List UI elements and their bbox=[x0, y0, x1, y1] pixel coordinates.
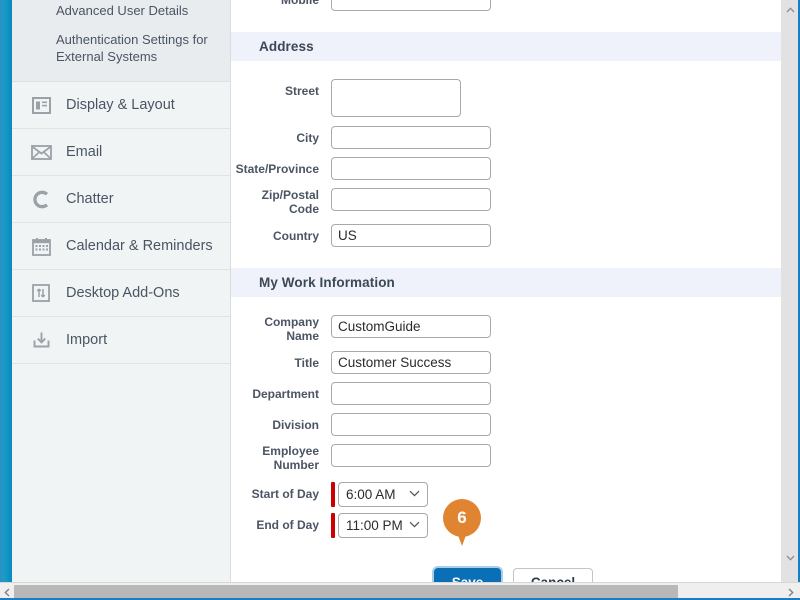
end-of-day-select[interactable]: 11:00 PM bbox=[338, 513, 428, 538]
form-row-city: City bbox=[231, 126, 782, 149]
form-row-company-name: Company Name bbox=[231, 315, 782, 343]
app-window: Advanced User Details Authentication Set… bbox=[0, 0, 800, 600]
required-indicator bbox=[331, 482, 335, 507]
calendar-icon bbox=[30, 235, 52, 257]
scroll-down-arrow-icon[interactable] bbox=[782, 550, 798, 566]
field-label: State/Province bbox=[235, 162, 319, 176]
section-title: Address bbox=[259, 39, 314, 54]
sidebar-item-email[interactable]: Email bbox=[12, 129, 230, 176]
end-of-day-value: 11:00 PM bbox=[346, 518, 403, 533]
street-input[interactable] bbox=[331, 79, 461, 117]
form-row-zip-postal-code: Zip/Postal Code bbox=[231, 188, 782, 216]
form-row-street: Street bbox=[231, 79, 782, 117]
envelope-icon bbox=[30, 141, 52, 163]
cancel-button[interactable]: Cancel bbox=[513, 568, 593, 582]
start-of-day-value: 6:00 AM bbox=[346, 487, 396, 502]
sidebar-item-desktop-add-ons[interactable]: Desktop Add-Ons bbox=[12, 270, 230, 317]
sidebar-item-calendar-reminders[interactable]: Calendar & Reminders bbox=[12, 223, 230, 270]
sidebar-item-authentication-settings[interactable]: Authentication Settings for External Sys… bbox=[12, 25, 230, 71]
field-label: Company Name bbox=[264, 315, 319, 343]
city-input[interactable] bbox=[331, 126, 491, 149]
state-province-input[interactable] bbox=[331, 157, 491, 180]
scroll-left-arrow-icon[interactable] bbox=[0, 585, 14, 599]
company-name-input[interactable] bbox=[331, 315, 491, 338]
country-input[interactable] bbox=[331, 224, 491, 247]
field-label: Department bbox=[252, 387, 319, 401]
sidebar-empty-area bbox=[12, 364, 230, 586]
form-row-employee-number: Employee Number bbox=[231, 444, 782, 472]
chatter-c-icon bbox=[30, 188, 52, 210]
sidebar-item-label: Chatter bbox=[66, 191, 114, 207]
form-actions: Save Cancel bbox=[231, 568, 782, 582]
field-label: Zip/Postal Code bbox=[261, 188, 319, 216]
field-label: Employee Number bbox=[262, 444, 319, 472]
submenu-label: Authentication Settings for External Sys… bbox=[56, 32, 208, 64]
vertical-scrollbar[interactable] bbox=[781, 0, 798, 582]
form-row-start-of-day: Start of Day 6:00 AM bbox=[231, 482, 782, 507]
sidebar-item-label: Email bbox=[66, 144, 103, 160]
field-label: End of Day bbox=[256, 518, 319, 532]
end-of-day-control: 11:00 PM bbox=[331, 513, 428, 538]
division-input[interactable] bbox=[331, 413, 491, 436]
field-label: Start of Day bbox=[251, 487, 319, 501]
field-label: City bbox=[296, 131, 319, 145]
add-ons-icon bbox=[30, 282, 52, 304]
start-of-day-select[interactable]: 6:00 AM bbox=[338, 482, 428, 507]
layout-panel-icon bbox=[30, 94, 52, 116]
field-label: Street bbox=[284, 84, 319, 98]
form-row-department: Department bbox=[231, 382, 782, 405]
field-label: Division bbox=[272, 418, 319, 432]
field-label: Title bbox=[294, 356, 319, 370]
section-header-address: Address bbox=[231, 32, 782, 61]
scroll-right-arrow-icon[interactable] bbox=[784, 585, 798, 599]
import-icon bbox=[30, 329, 52, 351]
sidebar-item-advanced-user-details[interactable]: Advanced User Details bbox=[12, 0, 230, 25]
sidebar-submenu: Advanced User Details Authentication Set… bbox=[12, 0, 230, 82]
section-title: My Work Information bbox=[259, 275, 395, 290]
department-input[interactable] bbox=[331, 382, 491, 405]
section-header-my-work-information: My Work Information bbox=[231, 268, 782, 297]
sidebar-item-label: Desktop Add-Ons bbox=[66, 285, 180, 301]
left-accent-strip bbox=[0, 0, 12, 582]
chevron-down-icon bbox=[409, 490, 420, 500]
zip-postal-code-input[interactable] bbox=[331, 188, 491, 211]
employee-number-input[interactable] bbox=[331, 444, 491, 467]
form-row-end-of-day: End of Day 11:00 PM bbox=[231, 513, 782, 538]
sidebar-item-display-layout[interactable]: Display & Layout bbox=[12, 82, 230, 129]
field-label: Mobile bbox=[281, 0, 319, 7]
section-body-address: Street City State/Province Zip/Postal Co… bbox=[231, 61, 782, 247]
required-indicator bbox=[331, 513, 335, 538]
section-body-my-work-information: Company Name Title Department Division E… bbox=[231, 297, 782, 582]
sidebar-item-label: Import bbox=[66, 332, 108, 348]
chevron-down-icon bbox=[409, 521, 420, 531]
horizontal-scroll-thumb[interactable] bbox=[14, 585, 678, 599]
field-label: Country bbox=[273, 229, 319, 243]
sidebar-item-label: Calendar & Reminders bbox=[66, 238, 213, 254]
scroll-up-arrow-icon[interactable] bbox=[782, 2, 798, 18]
form-row-mobile: Mobile bbox=[231, 0, 782, 11]
save-button[interactable]: Save bbox=[434, 568, 501, 582]
submenu-label: Advanced User Details bbox=[56, 3, 189, 18]
form-row-country: Country bbox=[231, 224, 782, 247]
sidebar-item-label: Display & Layout bbox=[66, 97, 175, 113]
start-of-day-control: 6:00 AM bbox=[331, 482, 428, 507]
sidebar-item-chatter[interactable]: Chatter bbox=[12, 176, 230, 223]
title-input[interactable] bbox=[331, 351, 491, 374]
form-row-division: Division bbox=[231, 413, 782, 436]
user-detail-form: Mobile Address Street City State/Provinc… bbox=[231, 0, 782, 582]
sidebar-item-import[interactable]: Import bbox=[12, 317, 230, 364]
form-row-title: Title bbox=[231, 351, 782, 374]
settings-sidebar: Advanced User Details Authentication Set… bbox=[12, 0, 231, 586]
form-row-state-province: State/Province bbox=[231, 157, 782, 180]
mobile-input[interactable] bbox=[331, 0, 491, 11]
